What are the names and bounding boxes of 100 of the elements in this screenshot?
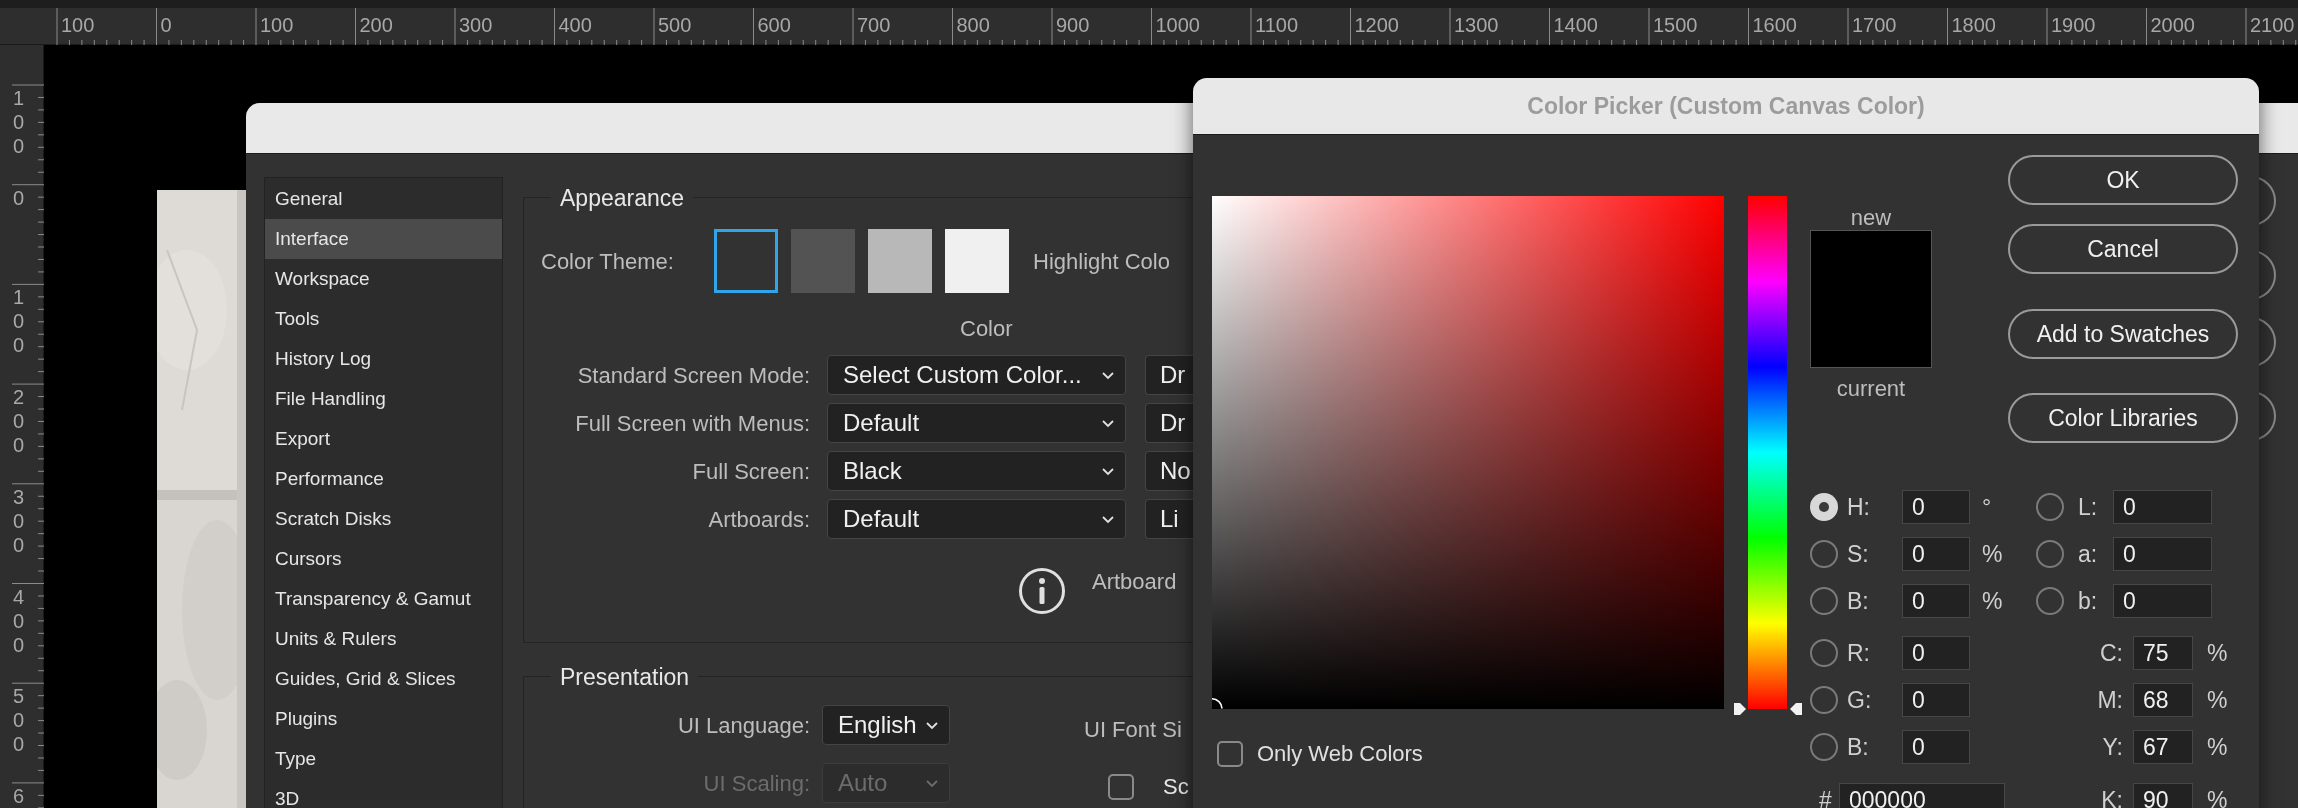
radio-button[interactable] — [1810, 493, 1838, 521]
ruler-label: 1800 — [1951, 13, 1996, 37]
checkbox-label: Only Web Colors — [1257, 740, 1423, 768]
ruler-label: 2000 — [2150, 13, 2195, 37]
theme-swatch[interactable] — [714, 229, 778, 293]
input-field[interactable]: 0 — [1902, 584, 1970, 618]
ruler-label: 300 — [13, 484, 26, 557]
caret-icon — [1101, 514, 1115, 524]
sidebar-item[interactable]: General — [265, 179, 502, 219]
unit-label: ° — [1982, 492, 1992, 522]
slider-handle[interactable] — [1733, 701, 1803, 717]
dropdown[interactable]: Black — [827, 451, 1126, 491]
dropdown[interactable]: English — [822, 705, 950, 745]
input-field[interactable]: 90 — [2133, 783, 2193, 808]
sidebar-item[interactable]: File Handling — [265, 379, 502, 419]
sidebar-item[interactable]: Interface — [265, 219, 502, 259]
ruler-label: 6 — [13, 783, 26, 808]
sidebar-item[interactable]: Tools — [265, 299, 502, 339]
checkbox[interactable] — [1108, 773, 1134, 800]
sidebar-item[interactable]: Workspace — [265, 259, 502, 299]
ruler-label: 200 — [13, 385, 26, 458]
radio-button[interactable] — [1810, 540, 1838, 568]
input-field[interactable]: 0 — [2113, 490, 2212, 524]
info-text: Artboard — [1092, 568, 1177, 596]
input-field[interactable]: 75 — [2133, 636, 2193, 670]
ruler-label: 300 — [459, 13, 493, 37]
field-label: b: — [2078, 586, 2099, 616]
input-field[interactable]: 0 — [1902, 537, 1970, 571]
input-field[interactable]: 0 — [1902, 683, 1970, 717]
input-field[interactable]: 0 — [2113, 537, 2212, 571]
input-field[interactable]: 0 — [1902, 636, 1970, 670]
field-label: Highlight Colo — [1033, 247, 1170, 276]
dropdown[interactable]: Select Custom Color... — [827, 355, 1126, 395]
input-field[interactable]: 0 — [1902, 730, 1970, 764]
radio-button[interactable] — [1810, 686, 1838, 714]
field-label: C: — [2099, 638, 2123, 668]
unit-label: % — [2207, 685, 2228, 715]
field-label: Standard Screen Mode: — [576, 361, 810, 390]
sidebar-item[interactable]: Cursors — [265, 539, 502, 579]
checkbox[interactable] — [1217, 740, 1243, 767]
theme-swatch[interactable] — [868, 229, 932, 293]
field-label: Color Theme: — [541, 247, 675, 276]
input-field[interactable]: 000000 — [1839, 783, 2005, 808]
dialog-button[interactable]: Cancel — [2008, 224, 2238, 274]
sidebar-item[interactable]: Scratch Disks — [265, 499, 502, 539]
caret-icon — [925, 778, 939, 788]
info-icon — [1018, 567, 1066, 615]
theme-swatch[interactable] — [945, 229, 1009, 293]
caret-icon — [1101, 370, 1115, 380]
caret-icon — [1101, 418, 1115, 428]
dropdown[interactable]: Default — [827, 403, 1126, 443]
input-field[interactable]: 67 — [2133, 730, 2193, 764]
sidebar-item[interactable]: Plugins — [265, 699, 502, 739]
field-label: # — [1819, 785, 1833, 808]
field-label: Full Screen with Menus: — [574, 409, 810, 438]
ruler-label: 600 — [757, 13, 791, 37]
ruler-label: 1900 — [2051, 13, 2096, 37]
caret-icon — [925, 720, 939, 730]
dropdown[interactable]: Default — [827, 499, 1126, 539]
field-label: a: — [2078, 539, 2099, 569]
radio-button[interactable] — [1810, 587, 1838, 615]
ruler-label: 100 — [260, 13, 294, 37]
ruler-label: 2100 — [2250, 13, 2295, 37]
sidebar-item[interactable]: History Log — [265, 339, 502, 379]
dialog-button[interactable]: Add to Swatches — [2008, 309, 2238, 359]
unit-label: % — [2207, 638, 2228, 668]
ruler-label: 400 — [558, 13, 592, 37]
ruler-label: 500 — [658, 13, 692, 37]
ruler-label: 100 — [13, 285, 26, 358]
theme-swatch[interactable] — [791, 229, 855, 293]
field-label: H: — [1847, 492, 1871, 522]
color-field[interactable] — [1212, 196, 1724, 709]
radio-button[interactable] — [1810, 733, 1838, 761]
sidebar-item[interactable]: Performance — [265, 459, 502, 499]
radio-button[interactable] — [2036, 493, 2064, 521]
sidebar-item[interactable]: Units & Rulers — [265, 619, 502, 659]
radio-button[interactable] — [1810, 639, 1838, 667]
hue-slider[interactable] — [1733, 196, 1803, 717]
field-label: M: — [2096, 685, 2123, 715]
ruler-label: 1500 — [1653, 13, 1698, 37]
sidebar-item[interactable]: Type — [265, 739, 502, 779]
radio-button[interactable] — [2036, 540, 2064, 568]
dialog-button[interactable]: OK — [2008, 155, 2238, 205]
input-field[interactable]: 0 — [2113, 584, 2212, 618]
unit-label: % — [1982, 539, 2003, 569]
sidebar-item[interactable]: Guides, Grid & Slices — [265, 659, 502, 699]
input-field[interactable]: 68 — [2133, 683, 2193, 717]
ruler-label: 1100 — [1255, 13, 1298, 37]
sidebar-item[interactable]: Transparency & Gamut — [265, 579, 502, 619]
dialog-button[interactable]: Color Libraries — [2008, 393, 2238, 443]
sidebar-item[interactable]: Export — [265, 419, 502, 459]
radio-button[interactable] — [2036, 587, 2064, 615]
ruler-label: 100 — [13, 86, 26, 158]
field-label: G: — [1847, 685, 1873, 715]
input-field[interactable]: 0 — [1902, 490, 1970, 524]
ruler-label: 700 — [857, 13, 891, 37]
ruler-label: 0 — [13, 185, 26, 210]
sidebar-item[interactable]: 3D — [265, 779, 502, 808]
field-label: R: — [1847, 638, 1871, 668]
ruler-label: 1200 — [1354, 13, 1399, 37]
